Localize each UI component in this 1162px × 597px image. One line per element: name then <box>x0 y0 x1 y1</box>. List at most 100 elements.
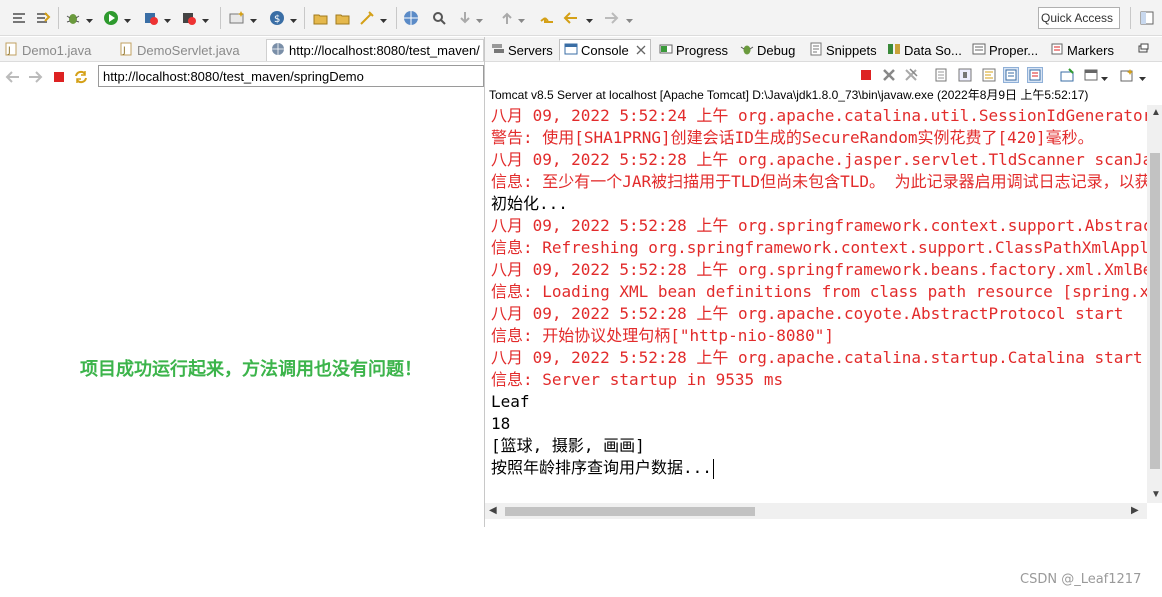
console-line: 八月 09, 2022 5:52:24 上午 org.apache.catali… <box>491 106 1147 125</box>
toggle-mark-icon[interactable] <box>34 9 52 27</box>
open-task-icon[interactable] <box>358 9 376 27</box>
tab-label: Demo1.java <box>22 42 92 58</box>
last-edit-location-icon[interactable] <box>538 9 556 27</box>
tab-browser-localhost[interactable]: http://localhost:8080/test_maven/ <box>266 39 484 61</box>
data-source-icon <box>887 42 901 59</box>
console-line: 信息: Refreshing org.springframework.conte… <box>491 238 1147 257</box>
tab-label: Servers <box>508 42 553 58</box>
open-folder-icon[interactable] <box>334 9 352 27</box>
console-line: 信息: 开始协议处理句柄["http-nio-8080"] <box>491 326 835 345</box>
web-browser-icon[interactable] <box>402 9 420 27</box>
browser-url-input[interactable]: http://localhost:8080/test_maven/springD… <box>98 65 484 87</box>
external-tools-dropdown-icon[interactable] <box>202 14 209 23</box>
console-toolbar <box>485 62 1162 88</box>
tab-demo1-java[interactable]: J Demo1.java <box>4 39 91 61</box>
browser-page-content: 项目成功运行起来，方法调用也没有问题！ <box>0 91 484 526</box>
tab-data-source[interactable]: Data So... <box>887 39 962 61</box>
previous-annotation-icon[interactable] <box>498 9 516 27</box>
new-server-icon[interactable] <box>228 9 246 27</box>
snippets-icon <box>809 42 823 59</box>
console-line: [篮球, 摄影, 画画] <box>491 436 645 455</box>
console-line: 八月 09, 2022 5:52:28 上午 org.apache.jasper… <box>491 150 1147 169</box>
tab-console[interactable]: Console <box>559 39 651 61</box>
console-output[interactable]: 八月 09, 2022 5:52:24 上午 org.apache.catali… <box>485 105 1147 503</box>
debug-dropdown-icon[interactable] <box>86 14 93 23</box>
next-annotation-dropdown-icon[interactable] <box>476 14 483 23</box>
progress-icon <box>659 42 673 59</box>
debug-icon <box>740 42 754 59</box>
vertical-scrollbar[interactable]: ▲ ▼ <box>1147 105 1162 503</box>
word-wrap-icon[interactable] <box>981 67 997 83</box>
scroll-right-icon[interactable]: ▶ <box>1131 505 1139 516</box>
display-selected-console-icon[interactable] <box>1083 67 1099 83</box>
tab-snippets[interactable]: Snippets <box>809 39 877 61</box>
tab-progress[interactable]: Progress <box>659 39 728 61</box>
browser-forward-icon[interactable] <box>26 68 44 86</box>
console-line: 信息: 至少有一个JAR被扫描用于TLD但尚未包含TLD。 为此记录器启用调试日… <box>491 172 1147 191</box>
view-tab-bar: Servers Console Progress Debug Snippets … <box>485 37 1162 62</box>
remove-all-terminated-icon[interactable] <box>903 67 919 83</box>
run-icon[interactable] <box>102 9 120 27</box>
console-line: 八月 09, 2022 5:52:28 上午 org.apache.catali… <box>491 348 1143 367</box>
console-process-title: Tomcat v8.5 Server at localhost [Apache … <box>489 88 1089 102</box>
back-dropdown-icon[interactable] <box>586 14 593 23</box>
coverage-dropdown-icon[interactable] <box>164 14 171 23</box>
console-view-pane: Servers Console Progress Debug Snippets … <box>484 37 1162 527</box>
toggle-ant-icon[interactable] <box>10 9 28 27</box>
tab-servers[interactable]: Servers <box>491 39 553 61</box>
next-annotation-icon[interactable] <box>456 9 474 27</box>
text-cursor <box>712 458 714 479</box>
tab-label: Markers <box>1067 42 1114 58</box>
search-icon[interactable] <box>430 9 448 27</box>
show-console-stdout-icon[interactable] <box>1003 67 1019 83</box>
servers-icon <box>491 42 505 59</box>
horizontal-scrollbar[interactable]: ◀ ▶ <box>485 503 1147 519</box>
new-java-class-icon[interactable]: $ <box>268 9 286 27</box>
pin-console-icon[interactable] <box>1059 67 1075 83</box>
open-console-dropdown-icon[interactable] <box>1139 72 1146 81</box>
tab-debug[interactable]: Debug <box>740 39 795 61</box>
new-server-dropdown-icon[interactable] <box>250 14 257 23</box>
open-console-icon[interactable] <box>1119 67 1135 83</box>
scroll-left-icon[interactable]: ◀ <box>489 505 497 516</box>
tab-label: Debug <box>757 42 796 58</box>
external-tools-icon[interactable] <box>180 9 198 27</box>
clear-console-icon[interactable] <box>933 67 949 83</box>
svg-text:$: $ <box>274 14 280 25</box>
show-console-stderr-icon[interactable] <box>1027 67 1043 83</box>
tab-markers[interactable]: Markers <box>1050 39 1114 61</box>
coverage-icon[interactable] <box>142 9 160 27</box>
terminate-icon[interactable] <box>858 67 874 83</box>
vertical-scroll-thumb[interactable] <box>1150 153 1160 469</box>
browser-stop-icon[interactable] <box>50 68 68 86</box>
open-type-icon[interactable] <box>312 9 330 27</box>
quick-access-field[interactable]: Quick Access <box>1038 7 1120 29</box>
console-line: 按照年龄排序查询用户数据... <box>491 458 714 479</box>
scroll-up-icon[interactable]: ▲ <box>1151 107 1161 118</box>
tab-demoservlet-java[interactable]: J DemoServlet.java <box>119 39 240 61</box>
display-console-dropdown-icon[interactable] <box>1101 72 1108 81</box>
perspective-icon[interactable] <box>1138 9 1156 27</box>
tab-label: Proper... <box>989 42 1039 58</box>
scroll-down-icon[interactable]: ▼ <box>1151 489 1161 500</box>
back-icon[interactable] <box>562 9 580 27</box>
forward-icon[interactable] <box>602 9 620 27</box>
new-java-class-dropdown-icon[interactable] <box>290 14 297 23</box>
debug-icon[interactable] <box>64 9 82 27</box>
open-task-dropdown-icon[interactable] <box>380 14 387 23</box>
watermark: CSDN @_Leaf1217 <box>1020 572 1142 587</box>
maximize-view-icon[interactable] <box>1137 42 1149 57</box>
markers-icon <box>1050 42 1064 59</box>
editor-tab-bar: J Demo1.java J DemoServlet.java http://l… <box>0 37 484 62</box>
run-dropdown-icon[interactable] <box>124 14 131 23</box>
tab-properties[interactable]: Proper... <box>972 39 1038 61</box>
browser-back-icon[interactable] <box>4 68 22 86</box>
close-icon[interactable] <box>636 43 646 58</box>
forward-dropdown-icon[interactable] <box>626 14 633 23</box>
tab-label: Progress <box>676 42 729 58</box>
browser-refresh-icon[interactable] <box>72 68 90 86</box>
previous-annotation-dropdown-icon[interactable] <box>518 14 525 23</box>
scroll-lock-icon[interactable] <box>957 67 973 83</box>
horizontal-scroll-thumb[interactable] <box>505 507 755 516</box>
remove-launch-icon[interactable] <box>881 67 897 83</box>
